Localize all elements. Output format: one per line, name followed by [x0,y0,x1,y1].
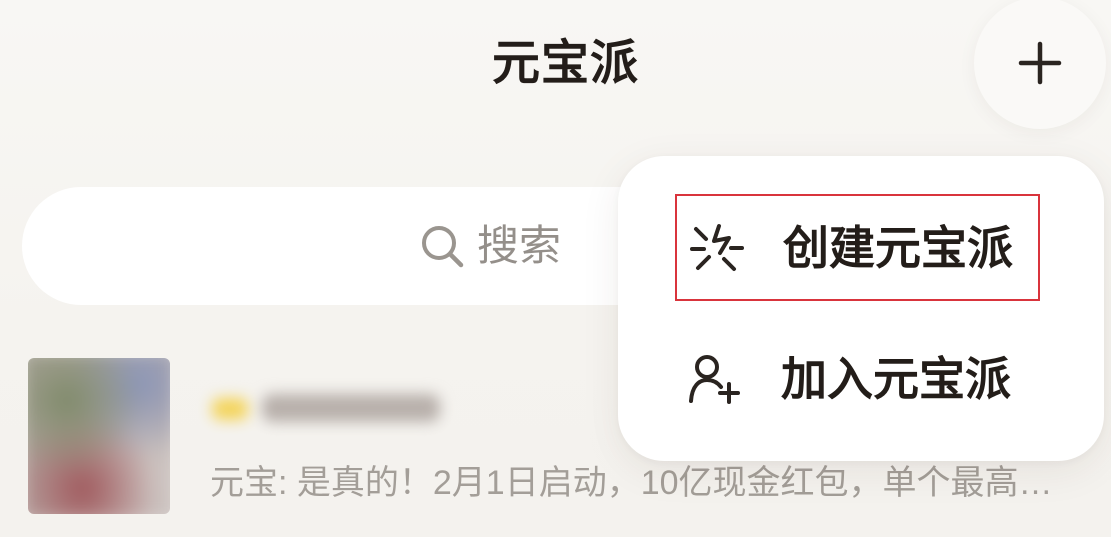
menu-item-join[interactable]: 加入元宝派 [675,325,1040,432]
name-text-blurred [262,394,440,422]
menu-item-create-label: 创建元宝派 [783,221,1013,274]
sparkle-burst-icon [689,222,745,274]
name-badge-blurred [212,398,248,420]
search-icon [419,223,465,269]
add-button[interactable] [974,0,1106,129]
avatar-image-blurred [28,358,170,514]
menu-item-join-label: 加入元宝派 [781,352,1011,405]
message-preview: 元宝: 是真的！2月1日启动，10亿现金红包，单个最高… [210,464,1053,502]
search-placeholder: 搜索 [476,222,561,269]
conversation-name-obscured [206,386,446,430]
group-avatar [28,358,170,514]
popup-menu: 创建元宝派 加入元宝派 [618,156,1104,461]
menu-item-create[interactable]: 创建元宝派 [675,194,1040,301]
page-title: 元宝派 [491,37,639,90]
search-content: 搜索 [419,221,561,271]
add-person-icon [687,353,743,405]
plus-icon [1018,41,1062,85]
